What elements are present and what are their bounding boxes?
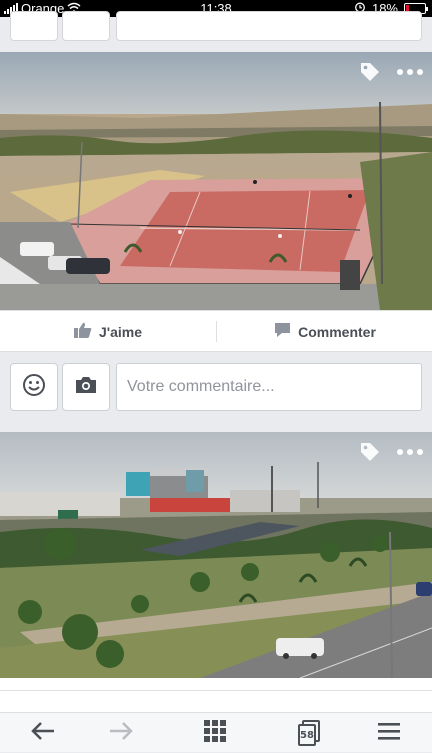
tabs-button[interactable]: 58	[266, 713, 352, 753]
tabs-icon: 58	[298, 720, 320, 746]
grid-icon	[203, 719, 227, 748]
previous-post-comment-row	[0, 11, 432, 43]
tag-icon[interactable]	[358, 60, 382, 84]
like-label: J'aime	[98, 323, 143, 340]
forward-arrow-icon	[108, 721, 134, 746]
browser-bottom-nav: 58	[0, 712, 432, 752]
comment-label: Commenter	[298, 323, 376, 340]
comment-row	[0, 358, 432, 420]
hamburger-menu-icon	[377, 721, 401, 746]
more-icon[interactable]	[396, 448, 424, 456]
emoji-button[interactable]	[10, 363, 58, 411]
back-arrow-icon	[30, 721, 56, 746]
post-photo-tennis-courts[interactable]	[0, 52, 432, 310]
comment-button[interactable]: Commenter	[217, 311, 432, 352]
thumbs-up-icon	[73, 322, 92, 341]
smiley-icon	[22, 373, 46, 402]
more-icon[interactable]	[396, 68, 424, 76]
post-actions: J'aime Commenter	[0, 310, 432, 352]
emoji-button[interactable]	[10, 11, 58, 41]
comment-input[interactable]	[116, 11, 422, 41]
comment-input[interactable]	[116, 363, 422, 411]
tabs-count: 58	[298, 724, 316, 746]
tag-icon[interactable]	[358, 440, 382, 464]
camera-button[interactable]	[62, 363, 110, 411]
camera-icon	[75, 376, 97, 399]
post-card	[0, 432, 432, 712]
forward-button[interactable]	[78, 713, 164, 753]
back-button[interactable]	[0, 713, 86, 753]
like-button[interactable]: J'aime	[0, 311, 216, 352]
post-photo-city-park[interactable]	[0, 432, 432, 678]
speech-bubble-icon	[274, 322, 291, 341]
post-card	[0, 52, 432, 310]
camera-button[interactable]	[62, 11, 110, 41]
menu-button[interactable]	[346, 713, 432, 753]
apps-button[interactable]	[172, 713, 258, 753]
post-actions-partial	[0, 690, 432, 712]
